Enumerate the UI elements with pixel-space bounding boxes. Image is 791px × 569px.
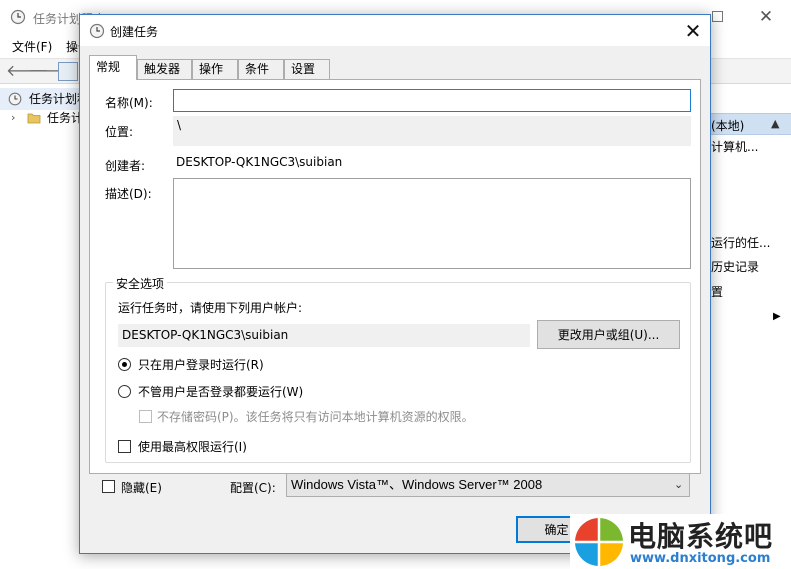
dialog-title-bar[interactable]: 创建任务 ✕ (80, 15, 710, 46)
background-close-button[interactable]: ✕ (754, 5, 778, 29)
tab-actions[interactable]: 操作 (192, 59, 238, 80)
tab-general[interactable]: 常规 (89, 55, 137, 80)
navigation-tree: 任务计划程序 (本地) › 任务计划程序库 (0, 85, 80, 569)
security-options-group: 安全选项 运行任务时，请使用下列用户帐户: DESKTOP-QK1NGC3\su… (105, 275, 691, 463)
tab-strip: 常规 触发器 操作 条件 设置 (89, 55, 699, 80)
highest-privileges-checkbox[interactable] (118, 440, 131, 453)
actions-header-label: (本地) (711, 119, 745, 133)
clock-icon (89, 23, 105, 39)
dialog-title: 创建任务 (110, 25, 159, 39)
config-selected-value: Windows Vista™、Windows Server™ 2008 (291, 477, 543, 492)
general-tab-panel: 名称(M): 位置: \ 创建者: DESKTOP-QK1NGC3\suibia… (89, 79, 701, 474)
submenu-arrow-icon: ▶ (773, 311, 781, 322)
watermark-url: www.dnxitong.com (630, 551, 771, 566)
windows-logo-icon (575, 518, 623, 566)
author-label: 创建者: (105, 159, 146, 173)
action-view-submenu[interactable]: ▶ (711, 305, 791, 329)
tree-item-label: 任务计划程序库 (47, 111, 80, 125)
action-running-tasks[interactable]: 运行的任... (711, 231, 791, 255)
watermark-title: 电脑系统吧 (628, 520, 774, 553)
radio-logged-on-label[interactable]: 只在用户登录时运行(R) (138, 356, 264, 373)
create-task-dialog: 创建任务 ✕ 常规 触发器 操作 条件 设置 名称(M): 位置: \ 创建者:… (79, 14, 711, 554)
tab-triggers[interactable]: 触发器 (137, 59, 192, 80)
maximize-button[interactable] (712, 11, 723, 22)
folder-icon (27, 113, 41, 124)
location-value: \ (173, 116, 691, 146)
no-store-password-label: 不存储密码(P)。该任务将只有访问本地计算机资源的权限。 (157, 410, 474, 424)
change-user-button[interactable]: 更改用户或组(U)... (537, 320, 680, 349)
config-select[interactable]: Windows Vista™、Windows Server™ 2008 ⌄ (286, 473, 690, 497)
radio-whether-logged-on-label[interactable]: 不管用户是否登录都要运行(W) (138, 383, 303, 400)
clock-icon (8, 92, 22, 106)
clock-icon (10, 9, 26, 25)
highest-privileges-label[interactable]: 使用最高权限运行(I) (138, 438, 247, 455)
radio-selected-dot (122, 362, 127, 367)
name-input[interactable] (173, 89, 691, 112)
hidden-checkbox[interactable] (102, 480, 115, 493)
actions-pane: (本地) ▲ 计算机... 运行的任... 历史记录 置 ▶ (710, 85, 791, 569)
action-history[interactable]: 历史记录 (711, 255, 791, 279)
forward-arrow-icon[interactable]: 🡒 (28, 61, 71, 81)
run-as-label: 运行任务时，请使用下列用户帐户: (118, 301, 303, 315)
tab-settings[interactable]: 设置 (284, 59, 330, 80)
no-store-password-checkbox[interactable] (139, 410, 152, 423)
menu-file[interactable]: 文件(F) (12, 38, 52, 55)
name-label: 名称(M): (105, 96, 153, 110)
author-value: DESKTOP-QK1NGC3\suibian (176, 155, 343, 169)
back-arrow-icon[interactable]: 🡐 (6, 61, 49, 81)
hidden-label[interactable]: 隐藏(E) (121, 479, 162, 496)
radio-logged-on[interactable] (118, 358, 131, 371)
site-watermark: 电脑系统吧 www.dnxitong.com (570, 514, 791, 569)
action-connect-computer[interactable]: 计算机... (711, 135, 791, 159)
chevron-right-icon[interactable]: › (11, 107, 15, 129)
run-as-user-value: DESKTOP-QK1NGC3\suibian (118, 324, 530, 347)
location-label: 位置: (105, 125, 134, 139)
config-label: 配置(C): (230, 481, 276, 495)
actions-header[interactable]: (本地) ▲ (711, 113, 791, 135)
security-options-legend: 安全选项 (113, 275, 168, 292)
radio-whether-logged-on[interactable] (118, 385, 131, 398)
collapse-arrow-icon[interactable]: ▲ (771, 117, 779, 130)
description-label: 描述(D): (105, 187, 152, 201)
chevron-down-icon: ⌄ (674, 479, 684, 491)
view-pane-icon[interactable] (58, 62, 78, 81)
tab-conditions[interactable]: 条件 (238, 59, 284, 80)
close-icon[interactable]: ✕ (680, 18, 706, 44)
action-config[interactable]: 置 (711, 280, 791, 304)
description-textarea[interactable] (173, 178, 691, 269)
tree-item-library[interactable]: › 任务计划程序库 (0, 107, 80, 129)
